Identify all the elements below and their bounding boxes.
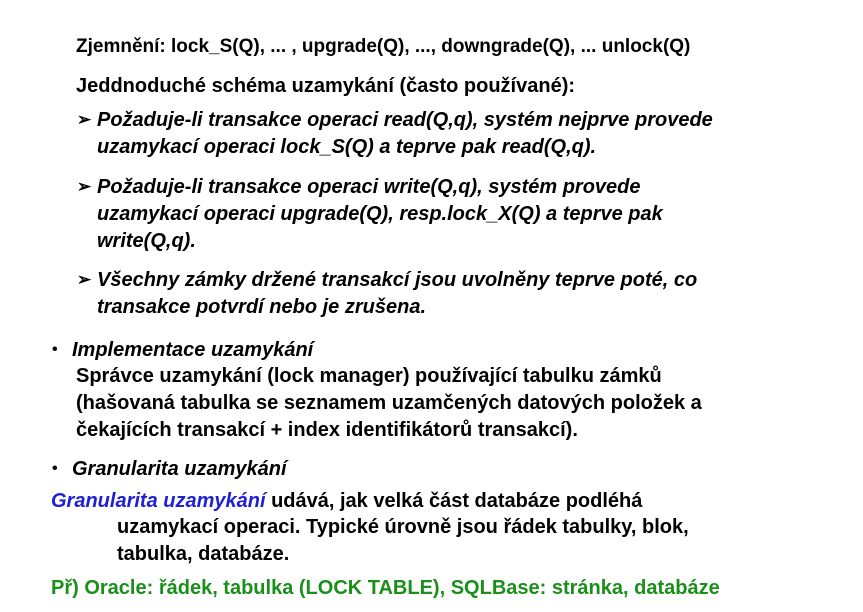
granularity-term: Granularita uzamykání [51,490,266,512]
bullet-dot-icon: • [52,341,58,358]
implementation-line-1: Správce uzamykání (lock manager) používa… [76,365,662,387]
rule-release-line-2: transakce potvrdí nebo je zrušena. [97,296,426,318]
granularity-definition-line-1: Granularita uzamykání udává, jak velká č… [51,489,642,513]
implementation-heading: Implementace uzamykání [72,339,314,361]
granularity-definition-line-2: uzamykací operaci. Typické úrovně jsou ř… [117,516,689,538]
rule-read-line-2: uzamykací operaci lock_S(Q) a teprve pak… [97,136,597,158]
rule-read-line-1: Požaduje-li transakce operaci read(Q,q),… [97,109,713,131]
sub-bullet-arrow-icon: ➢ [77,177,92,196]
example-line: Př) Oracle: řádek, tabulka (LOCK TABLE),… [51,577,720,599]
simple-scheme-heading: Jeddnoduché schéma uzamykání (často použ… [76,75,576,97]
weakening-line: Zjemnění: lock_S(Q), ... , upgrade(Q), .… [76,36,691,57]
granularity-definition-line-3: tabulka, databáze. [117,543,290,565]
granularity-heading: Granularita uzamykání [72,458,287,480]
rule-write-line-3: write(Q,q). [97,230,196,252]
bullet-dot-icon: • [52,460,58,477]
sub-bullet-arrow-icon: ➢ [77,110,92,129]
rule-release-line-1: Všechny zámky držené transakcí jsou uvol… [97,269,698,291]
rule-write-line-1: Požaduje-li transakce operaci write(Q,q)… [97,176,641,198]
rule-write-line-2: uzamykací operaci upgrade(Q), resp.lock_… [97,203,663,225]
granularity-definition-rest: udává, jak velká část databáze podléhá [265,490,643,512]
sub-bullet-arrow-icon: ➢ [77,270,92,289]
implementation-line-2: (hašovaná tabulka se seznamem uzamčených… [76,392,702,414]
implementation-line-3: čekajících transakcí + index identifikát… [76,419,578,441]
